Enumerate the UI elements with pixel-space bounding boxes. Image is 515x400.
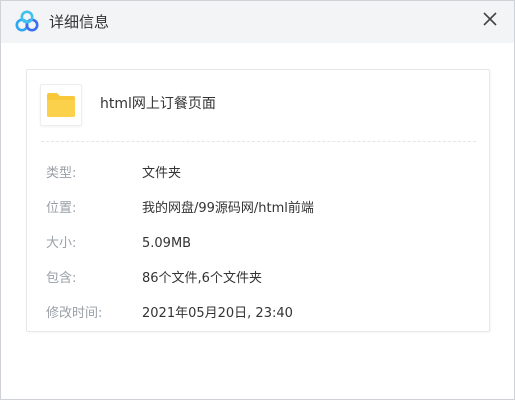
- detail-label: 类型:: [46, 166, 77, 181]
- file-thumbnail: [40, 84, 82, 126]
- dialog-title: 详细信息: [49, 13, 110, 31]
- detail-row-contains: 包含: 86个文件,6个文件夹: [27, 269, 487, 289]
- file-info-card: html网上订餐页面 类型: 文件夹 位置: 我的网盘/99源码网/html前端…: [26, 69, 490, 332]
- detail-value: 2021年05月20日, 23:40: [142, 306, 293, 321]
- file-name: html网上订餐页面: [100, 96, 216, 112]
- close-button[interactable]: [476, 5, 504, 33]
- detail-label: 位置:: [46, 201, 77, 216]
- detail-label: 包含:: [46, 271, 77, 286]
- detail-value: 我的网盘/99源码网/html前端: [142, 201, 314, 216]
- detail-row-location: 位置: 我的网盘/99源码网/html前端: [27, 199, 487, 219]
- detail-row-type: 类型: 文件夹: [27, 164, 487, 184]
- detail-label: 修改时间:: [46, 306, 103, 321]
- detail-value: 5.09MB: [142, 236, 192, 251]
- detail-row-modified: 修改时间: 2021年05月20日, 23:40: [27, 304, 487, 324]
- detail-value: 86个文件,6个文件夹: [142, 271, 262, 286]
- detail-row-size: 大小: 5.09MB: [27, 234, 487, 254]
- divider: [41, 141, 476, 142]
- folder-icon: [47, 93, 75, 117]
- detail-value: 文件夹: [142, 166, 182, 181]
- title-bar: 详细信息: [1, 1, 514, 43]
- details-dialog: 详细信息 html网上订餐页面 类型: 文件夹 位置: 我的网盘/99源码网/h…: [0, 0, 515, 400]
- close-icon: [483, 12, 497, 26]
- detail-label: 大小:: [46, 236, 77, 251]
- baidu-netdisk-cloud-icon: [14, 10, 40, 34]
